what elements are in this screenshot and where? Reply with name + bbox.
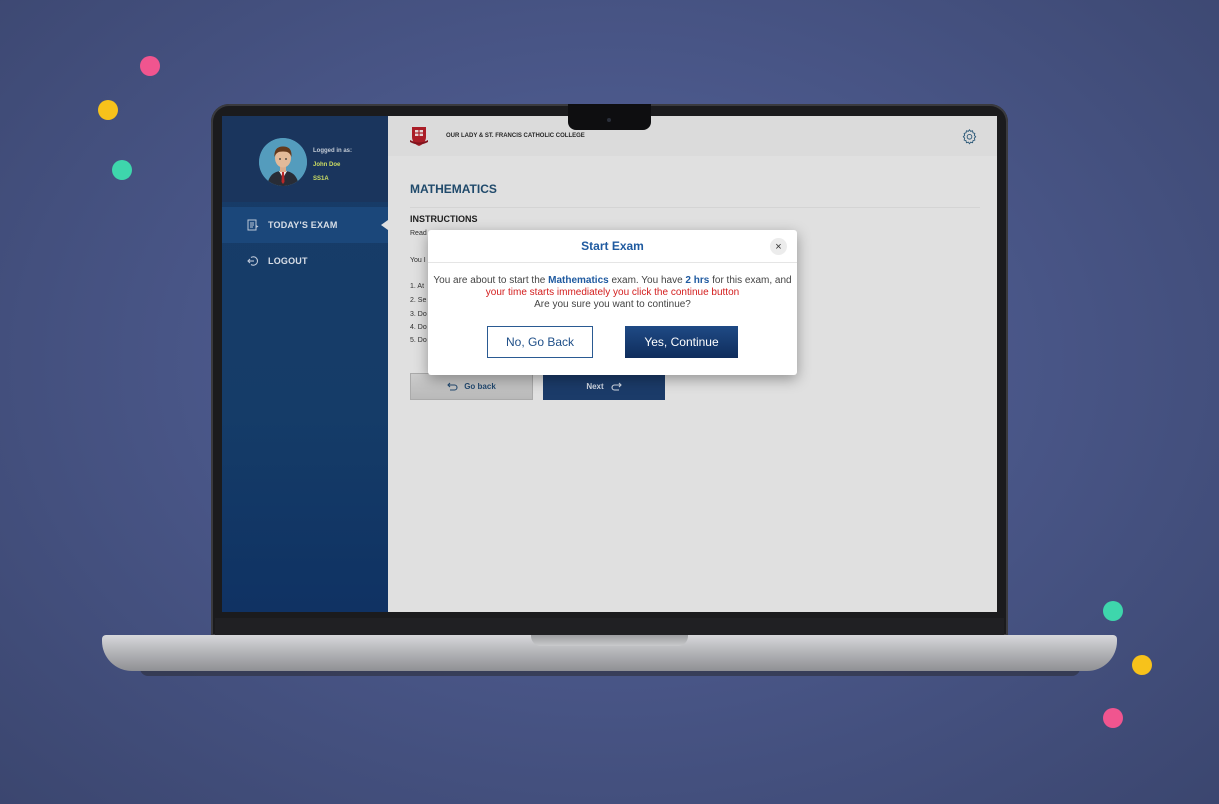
start-exam-modal: Start Exam × You are about to start the … [428,230,797,375]
message-text: for this exam, and [709,275,792,286]
decor-dot-yellow [98,100,118,120]
no-go-back-button[interactable]: No, Go Back [487,326,593,358]
message-warning: your time starts immediately you click t… [485,287,740,298]
decor-dot-pink [1103,708,1123,728]
laptop-opening-notch [531,635,688,646]
decor-dot-yellow [1132,655,1152,675]
message-subject: Mathematics [548,275,609,286]
yes-continue-button[interactable]: Yes, Continue [625,326,738,358]
decor-dot-teal [112,160,132,180]
modal-title: Start Exam [581,239,644,253]
camera-notch [568,104,651,130]
laptop-bezel [215,618,1004,636]
modal-header: Start Exam [428,230,797,263]
message-question: Are you sure you want to continue? [534,299,691,310]
message-text: You are about to start the [433,275,549,286]
close-icon[interactable]: × [770,238,787,255]
modal-message: You are about to start the Mathematics e… [428,263,797,311]
message-duration: 2 hrs [685,275,710,286]
message-text: exam. You have [608,275,686,286]
decor-dot-teal [1103,601,1123,621]
decor-dot-pink [140,56,160,76]
